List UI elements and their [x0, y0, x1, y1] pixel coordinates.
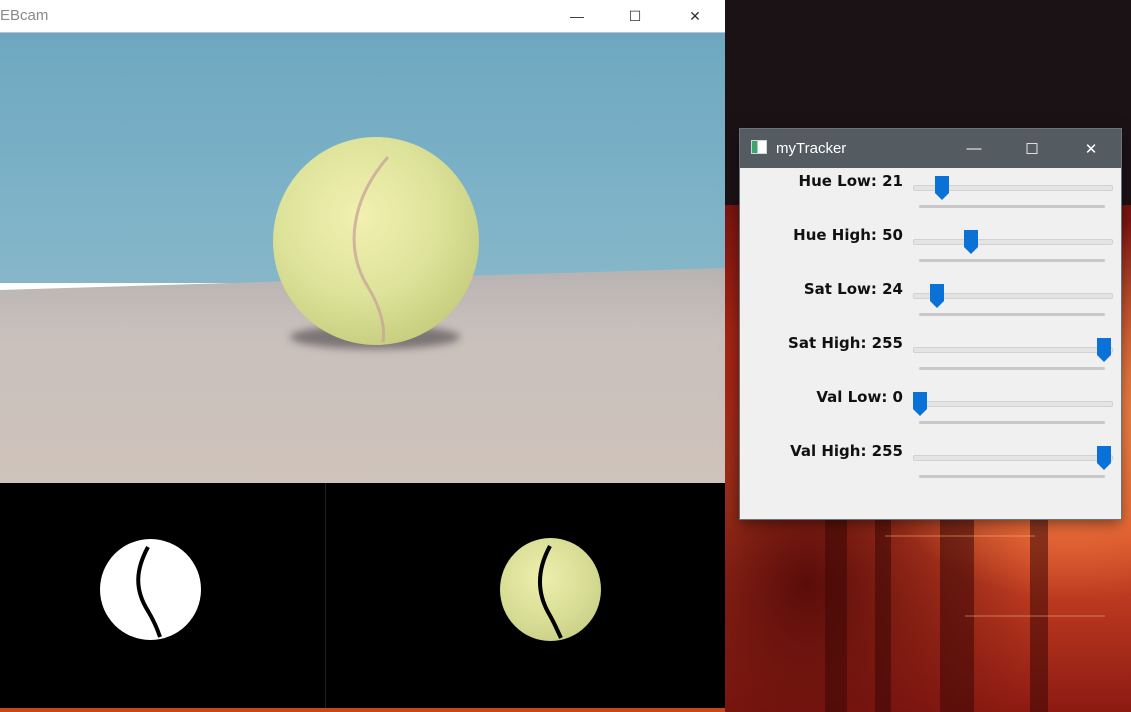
slider-thumb[interactable]: [934, 176, 949, 200]
slider-track[interactable]: [913, 401, 1113, 407]
trackbar-hue-high: Hue High: 50: [740, 226, 1121, 280]
slider-thumb[interactable]: [964, 230, 979, 254]
slider-thumb[interactable]: [1097, 338, 1111, 362]
app-icon: [751, 140, 767, 154]
trackbar-val-low: Val Low: 0: [740, 388, 1121, 442]
slider-thumb[interactable]: [913, 392, 927, 416]
trackbar-label: Hue High: 50: [793, 226, 903, 244]
minimize-button[interactable]: —: [554, 0, 600, 32]
slider-thumb[interactable]: [930, 284, 945, 308]
trackbar-label: Sat High: 255: [788, 334, 903, 352]
tracker-window: myTracker — ☐ ✕ Hue Low: 21 Hue High: 50…: [740, 129, 1121, 519]
maximize-button[interactable]: ☐: [612, 0, 658, 32]
trackbar-label: Val Low: 0: [816, 388, 903, 406]
mask-panels: [0, 483, 725, 708]
trackbar-label: Sat Low: 24: [803, 280, 903, 298]
trackbar-label: Val High: 255: [790, 442, 903, 460]
tracker-titlebar[interactable]: myTracker — ☐ ✕: [740, 129, 1121, 168]
webcam-window-title: EBcam: [0, 7, 49, 24]
trackbar-label: Hue Low: 21: [798, 172, 903, 190]
webcam-window: EBcam — ☐ ✕: [0, 0, 725, 708]
trackbar-sat-low: Sat Low: 24: [740, 280, 1121, 334]
slider-thumb[interactable]: [1097, 446, 1111, 470]
tracker-window-title: myTracker: [776, 140, 847, 157]
slider-track[interactable]: [913, 239, 1113, 245]
close-button[interactable]: ✕: [672, 0, 718, 32]
trackbar-hue-low: Hue Low: 21: [740, 172, 1121, 226]
trackbar-sat-high: Sat High: 255: [740, 334, 1121, 388]
camera-feed: [0, 33, 725, 483]
trackbar-val-high: Val High: 255: [740, 442, 1121, 496]
slider-track[interactable]: [913, 455, 1113, 461]
binary-mask: [100, 539, 201, 640]
webcam-titlebar[interactable]: EBcam — ☐ ✕: [0, 0, 725, 32]
tennis-ball: [273, 137, 479, 345]
close-button[interactable]: ✕: [1062, 129, 1120, 168]
taskbar-edge: [0, 708, 725, 712]
maximize-button[interactable]: ☐: [1003, 129, 1061, 168]
slider-track[interactable]: [913, 347, 1113, 353]
minimize-button[interactable]: —: [945, 129, 1003, 168]
masked-image: [500, 538, 601, 641]
